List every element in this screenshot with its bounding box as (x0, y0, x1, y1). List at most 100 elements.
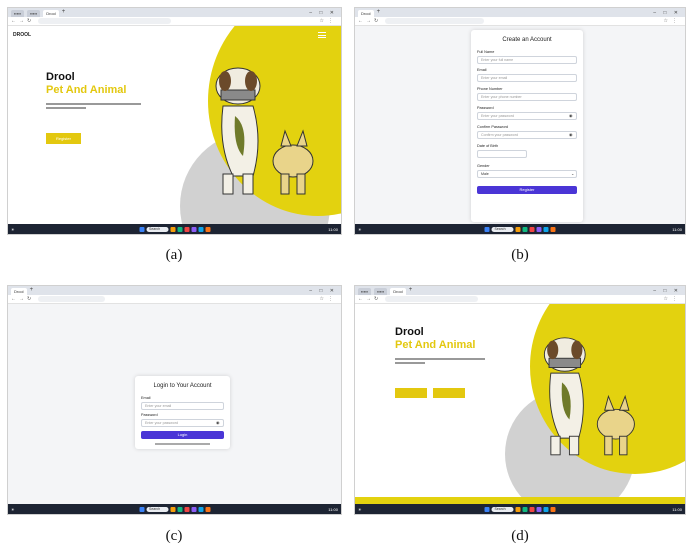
window-controls[interactable]: – □ ✕ (309, 288, 341, 294)
app-icon[interactable] (177, 506, 182, 512)
windows-start-icon[interactable] (484, 506, 490, 512)
app-icon[interactable] (191, 226, 196, 232)
hero-title: Drool (46, 71, 75, 83)
windows-start-icon[interactable] (484, 226, 490, 232)
app-icon[interactable] (170, 506, 175, 512)
weather-widget[interactable]: ☀ (355, 507, 362, 512)
register-submit-button[interactable]: Register (477, 186, 577, 194)
app-icon[interactable] (191, 506, 196, 512)
app-icon[interactable] (515, 506, 521, 512)
app-icon[interactable] (205, 226, 210, 232)
gender-select[interactable]: Male (477, 170, 577, 178)
password-input[interactable]: Enter your password (477, 112, 577, 120)
app-icon[interactable] (522, 506, 528, 512)
email-input[interactable]: Enter your email (141, 402, 224, 410)
register-button[interactable]: Register (46, 133, 81, 144)
new-tab-icon[interactable]: + (62, 8, 66, 17)
browser-tab-active[interactable]: Drool (11, 288, 27, 295)
browser-actions-icon[interactable]: ☆⋮ (664, 296, 685, 302)
app-icon[interactable] (536, 226, 542, 232)
app-icon[interactable] (543, 506, 549, 512)
window-controls[interactable]: – □ ✕ (309, 10, 341, 16)
app-icon[interactable] (543, 226, 549, 232)
footer-strip (355, 497, 685, 504)
weather-widget[interactable]: ☀ (355, 227, 362, 232)
taskbar-search[interactable]: Search (146, 506, 168, 512)
browser-actions-icon[interactable]: ☆⋮ (320, 296, 341, 302)
hamburger-menu-icon[interactable] (318, 32, 326, 38)
browser-tab[interactable]: ▪▪▪▪▪ (374, 288, 388, 295)
app-icon[interactable] (184, 506, 189, 512)
app-icon[interactable] (529, 226, 535, 232)
phone-input[interactable]: Enter your phone number (477, 93, 577, 101)
browser-actions-icon[interactable]: ☆⋮ (664, 18, 685, 24)
weather-widget[interactable]: ☀ (8, 507, 15, 512)
address-bar: ←→↻ ☆⋮ (355, 295, 685, 304)
confirm-password-input[interactable]: Confirm your password (477, 131, 577, 139)
register-link[interactable] (135, 442, 230, 446)
app-icon[interactable] (529, 506, 535, 512)
browser-tab[interactable]: ▪▪▪▪▪ (11, 10, 25, 17)
taskbar-search[interactable]: Search (491, 506, 514, 512)
url-field[interactable] (38, 18, 172, 24)
tab-bar: ▪▪▪▪▪ ▪▪▪▪▪ Drool + – □ ✕ (355, 286, 685, 295)
navigation-icons[interactable]: ←→↻ (8, 18, 34, 24)
dog-illustration (215, 67, 314, 195)
app-icon[interactable] (550, 226, 556, 232)
register-form-card: Create an Account Full Name Enter your f… (471, 30, 583, 222)
email-input[interactable]: Enter your email (477, 74, 577, 82)
app-icon[interactable] (205, 506, 210, 512)
secondary-action-button[interactable] (433, 388, 465, 398)
url-field[interactable] (385, 18, 485, 24)
app-icon[interactable] (522, 226, 528, 232)
eye-icon[interactable]: ◉ (569, 132, 573, 137)
browser-tab-active[interactable]: Drool (358, 10, 374, 17)
new-tab-icon[interactable]: + (377, 8, 381, 17)
clock[interactable]: 11:00 (328, 507, 341, 512)
new-tab-icon[interactable]: + (30, 286, 34, 295)
browser-tab-active[interactable]: Drool (390, 288, 406, 295)
windows-start-icon[interactable] (139, 506, 144, 512)
password-input[interactable]: Enter your password (141, 419, 224, 427)
hero-subtitle: Pet And Animal (46, 84, 127, 96)
window-controls[interactable]: – □ ✕ (653, 288, 685, 294)
weather-widget[interactable]: ☀ (8, 227, 15, 232)
new-tab-icon[interactable]: + (409, 286, 413, 295)
url-field[interactable] (38, 296, 105, 302)
app-icon[interactable] (515, 226, 521, 232)
clock[interactable]: 11:00 (328, 227, 341, 232)
url-field[interactable] (385, 296, 478, 302)
app-icon[interactable] (198, 506, 203, 512)
window-controls[interactable]: – □ ✕ (653, 10, 685, 16)
full-name-input[interactable]: Enter your full name (477, 56, 577, 64)
chevron-down-icon[interactable]: ⌄ (571, 171, 574, 176)
app-icon[interactable] (177, 226, 182, 232)
field-label: Confirm Password (477, 125, 509, 129)
taskbar-search[interactable]: Search (146, 226, 168, 232)
navigation-icons[interactable]: ←→↻ (355, 296, 381, 302)
clock[interactable]: 11:00 (672, 507, 685, 512)
caption-c: (c) (165, 528, 183, 544)
browser-tab-active[interactable]: Drool (43, 10, 59, 17)
hero-description-lines (395, 356, 485, 364)
app-icon[interactable] (550, 506, 556, 512)
app-icon[interactable] (184, 226, 189, 232)
app-icon[interactable] (170, 226, 175, 232)
navigation-icons[interactable]: ←→↻ (355, 18, 381, 24)
app-icon[interactable] (536, 506, 542, 512)
windows-start-icon[interactable] (139, 226, 144, 232)
navigation-icons[interactable]: ←→↻ (8, 296, 34, 302)
eye-icon[interactable]: ◉ (216, 420, 220, 425)
login-button[interactable]: Login (141, 431, 224, 439)
clock[interactable]: 11:00 (672, 227, 685, 232)
site-logo[interactable]: DROOL (13, 32, 31, 38)
landing-page: DROOL Drool Pet And Animal Register (8, 26, 341, 224)
browser-tab[interactable]: ▪▪▪▪▪ (358, 288, 372, 295)
eye-icon[interactable]: ◉ (569, 113, 573, 118)
date-of-birth-input[interactable] (477, 150, 527, 158)
browser-actions-icon[interactable]: ☆⋮ (320, 18, 341, 24)
primary-action-button[interactable] (395, 388, 427, 398)
browser-tab[interactable]: ▪▪▪▪▪ (27, 10, 41, 17)
app-icon[interactable] (198, 226, 203, 232)
taskbar-search[interactable]: Search (491, 226, 514, 232)
